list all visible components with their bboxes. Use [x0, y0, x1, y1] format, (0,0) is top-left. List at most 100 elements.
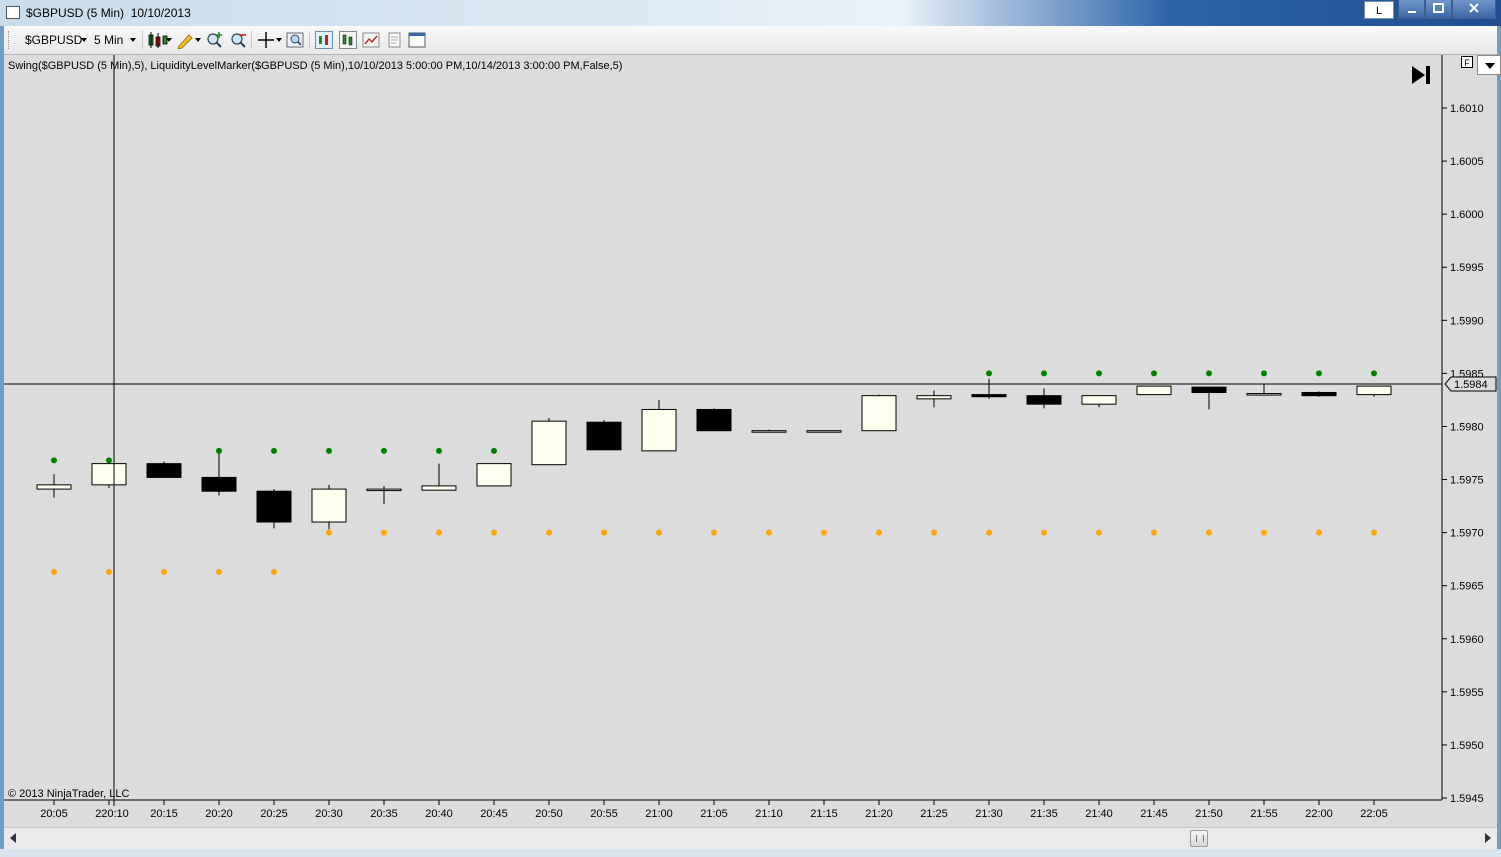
time-tick-label: 21:50 — [1195, 808, 1223, 820]
candle-body — [476, 463, 512, 487]
chart-style-dropdown-icon[interactable] — [166, 38, 172, 42]
f-button[interactable]: F — [1461, 56, 1473, 68]
time-tick-label: 21:05 — [700, 808, 728, 820]
candle-body — [916, 395, 952, 400]
interval-selector[interactable]: 5 Min — [94, 33, 123, 47]
swing-high-dot — [1096, 370, 1102, 377]
candle — [311, 484, 347, 530]
maximize-icon[interactable] — [1425, 0, 1452, 19]
candle — [146, 461, 182, 478]
maximize-icon-glyph — [1433, 3, 1444, 13]
swing-markers — [51, 370, 1377, 575]
drawing-tools-dropdown-icon[interactable] — [195, 38, 201, 42]
price-tick-label: 1.5995 — [1450, 262, 1484, 274]
swing-low-dot — [1041, 529, 1047, 536]
candle — [1356, 385, 1392, 397]
swing-low-dot — [931, 529, 937, 536]
instrument-dropdown-icon[interactable] — [81, 38, 87, 42]
chart-panel[interactable]: 1.6010 1.6005 1.6000 1.5995 1.5990 1.5985 1.59… — [4, 55, 1501, 827]
magnify-icon[interactable] — [286, 31, 304, 49]
time-tick-label: 20:50 — [535, 808, 563, 820]
toolbar-separator — [309, 31, 310, 49]
candle — [1081, 395, 1117, 408]
properties-icon[interactable] — [385, 31, 403, 49]
toolbar-separator — [142, 31, 143, 49]
candles — [36, 378, 1392, 530]
time-tick-label: 21:30 — [975, 808, 1003, 820]
price-tick-label: 1.5965 — [1450, 581, 1484, 593]
time-tick-label: 22:00 — [1305, 808, 1333, 820]
crosshair-icon[interactable] — [257, 31, 275, 49]
pencil-draw-icon[interactable] — [176, 31, 194, 49]
candle — [971, 378, 1007, 399]
candle-body — [1136, 385, 1172, 396]
time-tick-label: 21:25 — [920, 808, 948, 820]
candle-body — [971, 394, 1007, 398]
data-series-icon[interactable] — [362, 31, 380, 49]
window-layout-icon[interactable] — [408, 31, 426, 49]
time-tick-label: 21:40 — [1085, 808, 1113, 820]
scroll-right-icon[interactable] — [1485, 833, 1491, 843]
candle-body — [531, 420, 567, 466]
price-chart[interactable]: 1.60101.60051.60001.59951.59901.59851.59… — [4, 55, 1497, 827]
skip-to-end-icon[interactable] — [1409, 64, 1433, 86]
time-tick-label: 21:10 — [755, 808, 783, 820]
zoom-in-icon[interactable] — [205, 31, 223, 49]
price-tick-label: 1.5990 — [1450, 315, 1484, 327]
price-tick-label: 1.5970 — [1450, 528, 1484, 540]
time-tick-label: 20:15 — [150, 808, 178, 820]
window-title: $GBPUSD (5 Min) 10/10/2013 — [26, 6, 191, 20]
swing-low-dot — [436, 529, 442, 536]
window-bottom-edge — [0, 849, 1501, 857]
candle — [476, 463, 512, 487]
time-tick-label: 20:25 — [260, 808, 288, 820]
copyright-label: © 2013 NinjaTrader, LLC — [8, 788, 130, 800]
interval-dropdown-icon[interactable] — [130, 38, 136, 42]
price-tick-label: 1.6000 — [1450, 209, 1484, 221]
swing-low-dot — [711, 529, 717, 536]
scroll-left-icon[interactable] — [10, 833, 16, 843]
swing-high-dot — [1041, 370, 1047, 377]
toolbar-grip[interactable] — [8, 31, 12, 49]
candle — [751, 429, 787, 433]
candle — [586, 420, 622, 451]
chart-toolbar: $GBPUSD 5 Min — [4, 26, 1497, 55]
swing-low-dot — [216, 568, 222, 575]
candle-body — [696, 408, 732, 432]
time-tick-label: 22:05 — [1360, 808, 1388, 820]
candle-body — [751, 430, 787, 433]
swing-low-dot — [1371, 529, 1377, 536]
app-icon — [6, 6, 20, 19]
chart-overlay: 20:10 1.5984 — [4, 55, 1497, 820]
time-tick-label: 21:35 — [1030, 808, 1058, 820]
layout-button[interactable]: L — [1364, 1, 1394, 19]
candle — [806, 430, 842, 433]
crosshair-dropdown-icon[interactable] — [276, 38, 282, 42]
candle-body — [91, 463, 127, 486]
swing-low-dot — [1096, 529, 1102, 536]
swing-low-dot — [106, 568, 112, 575]
instrument-selector[interactable]: $GBPUSD — [25, 33, 82, 47]
chart-menu-dropdown-icon[interactable] — [1477, 55, 1501, 75]
scrollbar-thumb[interactable] — [1190, 830, 1208, 847]
time-tick-label: 20:40 — [425, 808, 453, 820]
horizontal-scrollbar[interactable] — [4, 827, 1497, 850]
candle-body — [311, 488, 347, 523]
candle — [366, 485, 402, 504]
indicator-icon[interactable] — [339, 31, 357, 49]
candle-body — [641, 408, 677, 452]
candle-body — [1356, 385, 1392, 396]
close-icon[interactable] — [1452, 0, 1496, 19]
minimize-icon[interactable] — [1398, 0, 1425, 19]
swing-high-dot — [986, 370, 992, 377]
candle-body — [861, 395, 897, 432]
swing-low-dot — [1206, 529, 1212, 536]
swing-low-dot — [326, 529, 332, 536]
swing-low-dot — [1316, 529, 1322, 536]
toolbar-separator — [251, 31, 252, 49]
window-titlebar[interactable]: $GBPUSD (5 Min) 10/10/2013 L — [0, 0, 1501, 26]
candle — [916, 390, 952, 408]
swing-high-dot — [436, 447, 442, 454]
strategy-icon[interactable] — [315, 31, 333, 49]
zoom-out-icon[interactable] — [229, 31, 247, 49]
